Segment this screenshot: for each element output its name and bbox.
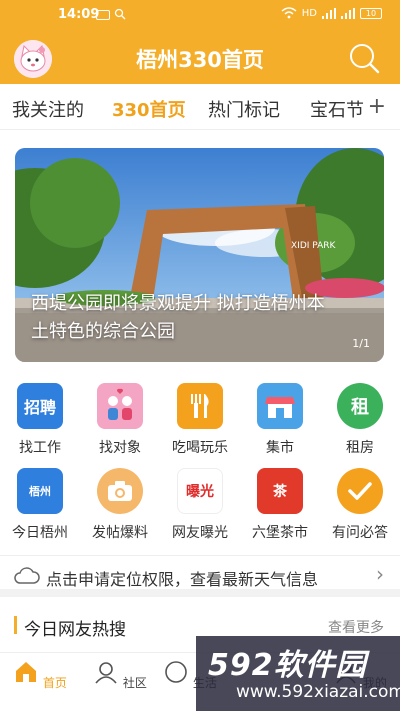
life-icon	[165, 661, 187, 683]
grid-label: 六堡茶市	[252, 525, 308, 541]
grid-item-expose[interactable]: 曝光 网友曝光	[160, 468, 240, 542]
grid-item-post[interactable]: 发帖爆料	[80, 468, 160, 542]
signal-icon-2	[341, 7, 355, 19]
battery-icon: 10	[360, 7, 382, 19]
nav-home[interactable]: 首页	[10, 659, 70, 691]
tab-bar: 我关注的 330首页 热门标记 宝石节 +	[0, 88, 400, 130]
cloud-icon	[14, 567, 40, 584]
market-icon	[257, 383, 303, 429]
add-tab-icon[interactable]: +	[368, 94, 386, 119]
grid-label: 找工作	[19, 440, 61, 456]
grid-label: 发帖爆料	[92, 525, 148, 541]
grid-item-tea[interactable]: 茶 六堡茶市	[240, 468, 320, 542]
camera-icon	[97, 468, 143, 514]
grid-label: 今日梧州	[12, 525, 68, 541]
watermark-title: 592软件园	[208, 648, 367, 683]
grid-label: 找对象	[99, 440, 141, 456]
watermark: 592软件园 www.592xiazai.com	[196, 636, 400, 711]
nav-label: 首页	[42, 676, 67, 690]
search-icon[interactable]	[348, 42, 380, 74]
chevron-right-icon: ›	[376, 562, 384, 586]
recruit-icon: 招聘	[17, 383, 63, 429]
rent-icon: 租	[337, 383, 383, 429]
expose-icon: 曝光	[177, 468, 223, 514]
banner-pager: 1/1	[352, 337, 370, 350]
wifi-icon	[281, 7, 297, 19]
check-icon	[337, 468, 383, 514]
grid-item-qa[interactable]: 有问必答	[320, 468, 400, 542]
location-permission-bar[interactable]: 点击申请定位权限，查看最新天气信息 ›	[0, 555, 400, 597]
grid-item-rent[interactable]: 租 租房	[320, 383, 400, 457]
status-time: 14:09	[58, 7, 100, 22]
status-right: HD 10	[281, 7, 382, 19]
grid-label: 集市	[266, 440, 294, 456]
see-more-link[interactable]: 查看更多	[328, 617, 384, 637]
news-banner[interactable]: XIDI PARK 西堤公园即将景观提升 拟打造梧州本土特色的综合公园 1/1	[15, 148, 384, 362]
tab-following[interactable]: 我关注的	[12, 96, 84, 122]
community-icon	[95, 662, 117, 684]
dating-icon	[97, 383, 143, 429]
location-text: 点击申请定位权限，查看最新天气信息	[46, 570, 319, 589]
grid-label: 吃喝玩乐	[172, 440, 228, 456]
section-marker	[14, 616, 17, 634]
watermark-url: www.592xiazai.com	[236, 682, 400, 702]
tab-home[interactable]: 330首页	[112, 96, 186, 122]
signal-icon	[322, 7, 336, 19]
page-title: 梧州330首页	[136, 48, 264, 72]
notification-icon	[96, 10, 110, 20]
grid-item-food[interactable]: 吃喝玩乐	[160, 383, 240, 457]
grid-item-dating[interactable]: 找对象	[80, 383, 160, 457]
grid-label: 网友曝光	[172, 525, 228, 541]
park-sign: XIDI PARK	[291, 241, 337, 251]
nav-community[interactable]: 社区	[90, 659, 150, 691]
home-icon	[16, 662, 37, 682]
map-icon: 梧州	[17, 468, 63, 514]
grid-item-jobs[interactable]: 招聘 找工作	[0, 383, 80, 457]
tab-gem-festival[interactable]: 宝石节	[310, 96, 364, 122]
food-icon	[177, 383, 223, 429]
network-label: HD	[301, 7, 317, 19]
hot-search-title: 今日网友热搜	[24, 620, 126, 640]
app-header: 14:09 HD 10 梧州330首页	[0, 0, 400, 84]
grid-label: 租房	[346, 440, 374, 456]
status-bar: 14:09 HD 10	[0, 0, 400, 30]
tea-icon: 茶	[257, 468, 303, 514]
grid-item-today[interactable]: 梧州 今日梧州	[0, 468, 80, 542]
tab-hot-marks[interactable]: 热门标记	[208, 96, 280, 122]
status-search-icon	[114, 8, 126, 20]
banner-caption: 西堤公园即将景观提升 拟打造梧州本土特色的综合公园	[31, 293, 325, 342]
nav-label: 社区	[122, 676, 147, 690]
grid-item-market[interactable]: 集市	[240, 383, 320, 457]
grid-label: 有问必答	[332, 525, 388, 541]
